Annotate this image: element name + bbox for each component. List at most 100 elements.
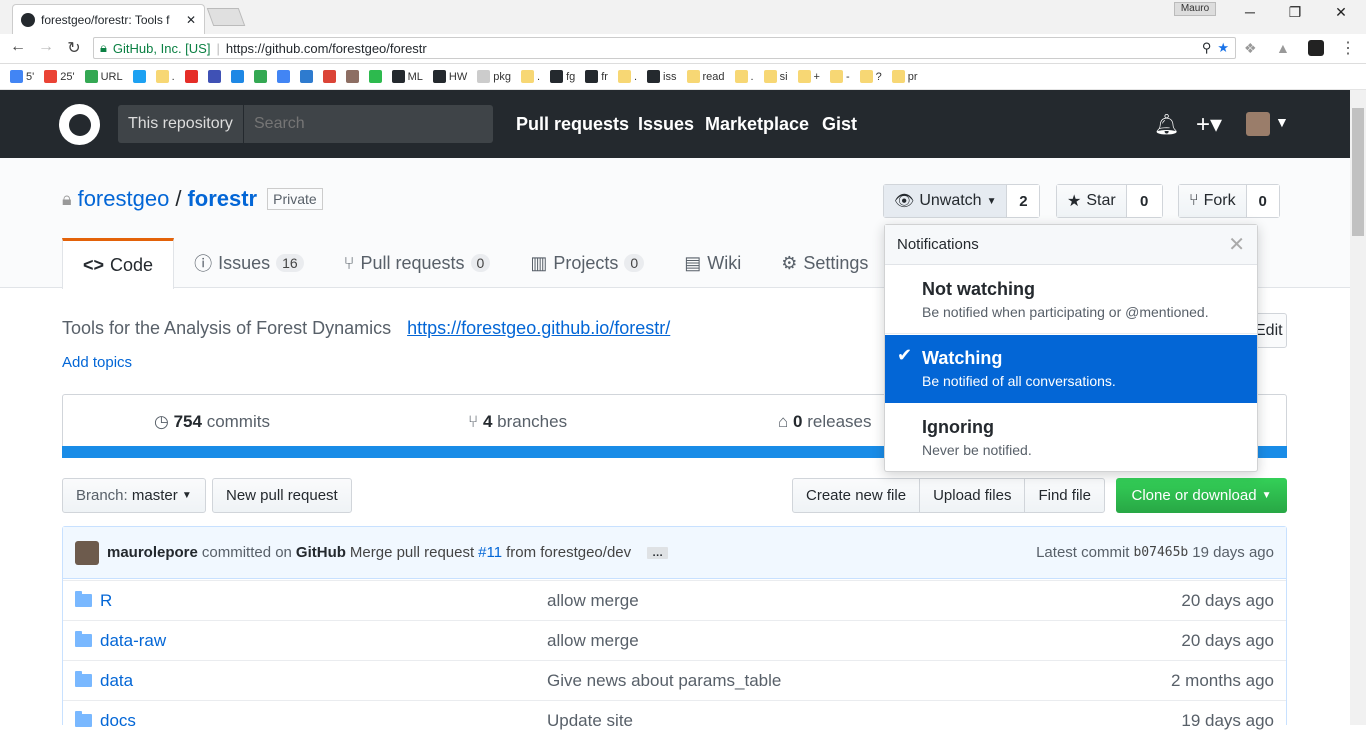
- search-input[interactable]: [244, 105, 493, 143]
- find-file-button[interactable]: Find file: [1025, 479, 1104, 512]
- bookmark-item[interactable]: fg: [550, 70, 575, 83]
- file-name[interactable]: data-raw: [100, 631, 166, 651]
- add-topics-link[interactable]: Add topics: [62, 354, 132, 371]
- bookmark-item[interactable]: +: [797, 70, 820, 83]
- star-button[interactable]: ★ Star: [1057, 185, 1127, 217]
- bookmark-item[interactable]: [230, 70, 244, 83]
- bookmark-item[interactable]: [276, 70, 290, 83]
- bookmark-item[interactable]: ?: [859, 70, 882, 83]
- file-commit-message[interactable]: allow merge: [547, 631, 639, 651]
- bookmark-item[interactable]: [132, 70, 146, 83]
- nav-issues[interactable]: Issues: [638, 114, 694, 135]
- zoom-icon[interactable]: ⚲: [1202, 40, 1212, 56]
- bookmark-item[interactable]: pr: [891, 70, 918, 83]
- nav-marketplace[interactable]: Marketplace: [705, 114, 809, 135]
- tab-projects[interactable]: ▥ Projects 0: [510, 238, 664, 288]
- bookmark-item[interactable]: HW: [432, 70, 467, 83]
- branch-select[interactable]: Branch: master ▼: [62, 478, 206, 513]
- clone-or-download-button[interactable]: Clone or download ▼: [1116, 478, 1287, 513]
- file-name[interactable]: R: [100, 591, 112, 611]
- bookmark-item[interactable]: [322, 70, 336, 83]
- bookmark-item[interactable]: URL: [84, 70, 123, 83]
- table-row[interactable]: data-raw allow merge 20 days ago: [63, 620, 1286, 660]
- option-not-watching[interactable]: Not watching Be notified when participat…: [885, 266, 1257, 334]
- bookmark-item[interactable]: 5': [10, 70, 34, 83]
- bookmark-item[interactable]: ML: [391, 70, 423, 83]
- file-commit-message[interactable]: Update site: [547, 711, 633, 731]
- repo-owner-link[interactable]: forestgeo: [78, 186, 170, 212]
- releases-summary[interactable]: ⌂ 0 releases: [778, 412, 871, 432]
- plus-dropdown-icon[interactable]: +▾: [1196, 110, 1222, 139]
- bookmark-item[interactable]: [184, 70, 198, 83]
- restore-icon[interactable]: ❐: [1275, 4, 1315, 24]
- back-icon[interactable]: ←: [8, 38, 28, 58]
- option-watching[interactable]: ✔ Watching Be notified of all conversati…: [885, 335, 1257, 403]
- close-tab-icon[interactable]: ✕: [186, 13, 196, 27]
- create-new-file-button[interactable]: Create new file: [793, 479, 921, 512]
- table-row[interactable]: R allow merge 20 days ago: [63, 580, 1286, 620]
- reload-icon[interactable]: ↻: [64, 38, 84, 58]
- branches-summary[interactable]: ⑂ 4 branches: [468, 412, 567, 432]
- bookmark-item[interactable]: iss: [647, 70, 677, 83]
- bookmark-item[interactable]: [299, 70, 313, 83]
- commits-summary[interactable]: ◷ 754 commits: [154, 412, 270, 432]
- user-avatar[interactable]: [1246, 112, 1270, 136]
- upload-files-button[interactable]: Upload files: [920, 479, 1026, 512]
- address-bar[interactable]: 🔒︎ GitHub, Inc. [US] | https://github.co…: [93, 37, 1236, 59]
- bookmark-item[interactable]: [368, 70, 382, 83]
- bookmark-item[interactable]: fr: [585, 70, 608, 83]
- unwatch-button[interactable]: 👁︎ Unwatch ▼: [884, 185, 1008, 217]
- close-icon[interactable]: ✕: [1228, 232, 1245, 257]
- new-pull-request-button[interactable]: New pull request: [212, 478, 352, 513]
- bookmark-item[interactable]: [207, 70, 221, 83]
- commit-sha[interactable]: b07465b: [1133, 545, 1188, 560]
- drive-extension-icon[interactable]: ▲: [1276, 40, 1290, 56]
- bookmark-item[interactable]: [253, 70, 267, 83]
- browser-menu-icon[interactable]: ⋮: [1340, 38, 1356, 58]
- tab-settings[interactable]: ⚙ Settings: [761, 238, 888, 288]
- nav-pull-requests[interactable]: Pull requests: [516, 114, 629, 135]
- watchers-count[interactable]: 2: [1007, 185, 1040, 217]
- profile-user-button[interactable]: Mauro: [1174, 2, 1216, 16]
- nav-gist[interactable]: Gist: [822, 114, 857, 135]
- author-avatar[interactable]: [75, 540, 99, 565]
- bookmark-item[interactable]: -: [829, 70, 850, 83]
- file-commit-message[interactable]: Give news about params_table: [547, 671, 781, 691]
- tab-wiki[interactable]: ▤ Wiki: [664, 238, 761, 288]
- table-row[interactable]: data Give news about params_table 2 mont…: [63, 660, 1286, 700]
- expand-commit-button[interactable]: …: [647, 546, 669, 559]
- option-ignoring[interactable]: Ignoring Never be notified.: [885, 404, 1257, 472]
- scrollbar-thumb[interactable]: [1352, 108, 1364, 236]
- commit-message[interactable]: Merge pull request: [350, 544, 474, 561]
- bookmark-item[interactable]: .: [617, 70, 637, 83]
- bookmark-item[interactable]: .: [521, 70, 540, 83]
- url-text[interactable]: https://github.com/forestgeo/forestr: [226, 41, 427, 56]
- browser-tab[interactable]: forestgeo/forestr: Tools f ✕: [12, 4, 205, 34]
- file-name[interactable]: docs: [100, 711, 136, 731]
- stars-count[interactable]: 0: [1126, 185, 1162, 217]
- repo-name-link[interactable]: forestr: [187, 186, 257, 212]
- bookmark-item[interactable]: .: [155, 70, 175, 83]
- bookmark-item[interactable]: [345, 70, 359, 83]
- bookmark-star-icon[interactable]: ★: [1217, 40, 1229, 56]
- commit-message-rest[interactable]: from forestgeo/dev: [506, 544, 631, 561]
- commit-pr-link[interactable]: #11: [478, 544, 502, 561]
- bell-icon[interactable]: 🔔︎: [1154, 112, 1179, 137]
- table-row[interactable]: docs Update site 19 days ago: [63, 700, 1286, 740]
- forks-count[interactable]: 0: [1246, 185, 1279, 217]
- tab-code[interactable]: <> Code: [62, 238, 175, 289]
- tab-issues[interactable]: ⓘ Issues 16: [174, 238, 324, 288]
- new-tab-button[interactable]: [206, 8, 246, 26]
- bookmark-item[interactable]: .: [734, 70, 754, 83]
- dropbox-extension-icon[interactable]: ❖: [1244, 40, 1257, 57]
- file-name[interactable]: data: [100, 671, 133, 691]
- fork-button[interactable]: ⑂ Fork: [1179, 185, 1247, 217]
- extension-icon[interactable]: [1308, 40, 1324, 56]
- file-commit-message[interactable]: allow merge: [547, 591, 639, 611]
- close-window-icon[interactable]: ✕: [1321, 4, 1361, 24]
- bookmark-item[interactable]: pkg: [477, 70, 511, 83]
- forward-icon[interactable]: →: [36, 38, 56, 58]
- bookmark-item[interactable]: si: [763, 70, 788, 83]
- minimize-icon[interactable]: ─: [1230, 4, 1270, 24]
- commit-author[interactable]: maurolepore: [107, 544, 198, 561]
